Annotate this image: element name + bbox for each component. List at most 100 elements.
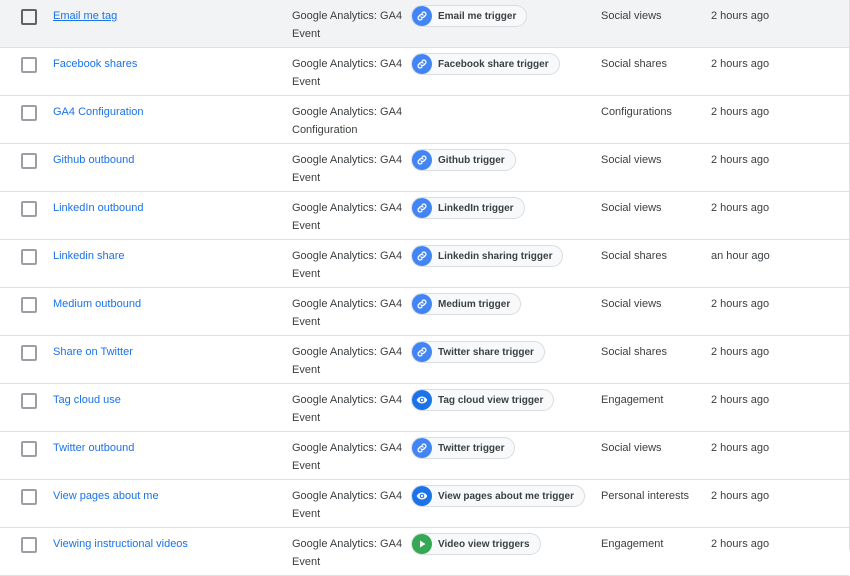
tag-type-subtype: Event bbox=[292, 556, 321, 568]
last-edited-cell: 2 hours ago bbox=[711, 538, 770, 550]
row-checkbox[interactable] bbox=[21, 201, 37, 217]
tag-type: Google Analytics: GA4 bbox=[292, 298, 403, 310]
folder-cell: Engagement bbox=[601, 538, 664, 550]
last-edited-cell: 2 hours ago bbox=[711, 442, 770, 454]
tag-name-link[interactable]: Tag cloud use bbox=[53, 394, 121, 406]
trigger-label: Email me trigger bbox=[438, 10, 517, 22]
firing-trigger-chip[interactable]: Video view triggers bbox=[411, 533, 541, 555]
tag-type: Google Analytics: GA4 bbox=[292, 106, 403, 118]
last-edited-cell: an hour ago bbox=[711, 250, 770, 262]
tag-type-subtype: Event bbox=[292, 28, 321, 40]
tag-type-subtype: Event bbox=[292, 508, 321, 520]
tag-type: Google Analytics: GA4 bbox=[292, 250, 403, 262]
row-checkbox[interactable] bbox=[21, 105, 37, 121]
firing-trigger-chip[interactable]: View pages about me trigger bbox=[411, 485, 585, 507]
link-icon bbox=[412, 294, 432, 314]
table-row[interactable]: Email me tag Google Analytics: GA4 Event Em… bbox=[0, 0, 849, 48]
tag-type-subtype: Event bbox=[292, 76, 321, 88]
eye-icon bbox=[412, 486, 432, 506]
folder-cell: Engagement bbox=[601, 394, 664, 406]
row-checkbox[interactable] bbox=[21, 537, 37, 553]
tag-name-link[interactable]: Medium outbound bbox=[53, 298, 141, 310]
firing-trigger-chip[interactable]: Tag cloud view trigger bbox=[411, 389, 555, 411]
row-checkbox[interactable] bbox=[21, 297, 37, 313]
table-row[interactable]: Twitter outbound Google Analytics: GA4 Eve… bbox=[0, 432, 849, 480]
play-icon bbox=[412, 534, 432, 554]
tag-type-subtype: Event bbox=[292, 172, 321, 184]
row-checkbox[interactable] bbox=[21, 393, 37, 409]
tag-type: Google Analytics: GA4 bbox=[292, 490, 403, 502]
firing-trigger-chip[interactable]: Facebook share trigger bbox=[411, 53, 560, 75]
table-row[interactable]: LinkedIn outbound Google Analytics: GA4 Ev… bbox=[0, 192, 849, 240]
last-edited-cell: 2 hours ago bbox=[711, 490, 770, 502]
tag-name-link[interactable]: View pages about me bbox=[53, 490, 159, 502]
row-checkbox[interactable] bbox=[21, 153, 37, 169]
trigger-label: Video view triggers bbox=[438, 538, 530, 550]
table-row[interactable]: View pages about me Google Analytics: GA4… bbox=[0, 480, 849, 528]
folder-cell: Social views bbox=[601, 442, 662, 454]
tag-type-subtype: Configuration bbox=[292, 124, 358, 136]
table-row[interactable]: Linkedin share Google Analytics: GA4 Event… bbox=[0, 240, 849, 288]
row-checkbox[interactable] bbox=[21, 489, 37, 505]
tag-name-link[interactable]: Share on Twitter bbox=[53, 346, 133, 358]
firing-trigger-chip[interactable]: Email me trigger bbox=[411, 5, 528, 27]
tag-type: Google Analytics: GA4 bbox=[292, 346, 403, 358]
last-edited-cell: 2 hours ago bbox=[711, 154, 770, 166]
link-icon bbox=[412, 438, 432, 458]
row-checkbox[interactable] bbox=[21, 441, 37, 457]
trigger-label: Medium trigger bbox=[438, 298, 511, 310]
firing-trigger-chip[interactable]: Medium trigger bbox=[411, 293, 522, 315]
firing-trigger-chip[interactable]: LinkedIn trigger bbox=[411, 197, 525, 219]
firing-trigger-chip[interactable]: Github trigger bbox=[411, 149, 516, 171]
tag-name-link[interactable]: Github outbound bbox=[53, 154, 134, 166]
tag-name-link[interactable]: Linkedin share bbox=[53, 250, 125, 262]
trigger-label: Github trigger bbox=[438, 154, 505, 166]
table-row[interactable]: Medium outbound Google Analytics: GA4 Even… bbox=[0, 288, 849, 336]
link-icon bbox=[412, 54, 432, 74]
table-row[interactable]: Viewing instructional videos Google Analy… bbox=[0, 528, 849, 576]
tag-name-link[interactable]: Twitter outbound bbox=[53, 442, 134, 454]
folder-cell: Social views bbox=[601, 298, 662, 310]
folder-cell: Personal interests bbox=[601, 490, 690, 502]
folder-cell: Configurations bbox=[601, 106, 672, 118]
tag-type: Google Analytics: GA4 bbox=[292, 10, 403, 22]
tag-type: Google Analytics: GA4 bbox=[292, 442, 403, 454]
tag-type-subtype: Event bbox=[292, 268, 321, 280]
tag-type-subtype: Event bbox=[292, 364, 321, 376]
trigger-label: Facebook share trigger bbox=[438, 58, 549, 70]
tag-name-link[interactable]: Facebook shares bbox=[53, 58, 137, 70]
tag-type-subtype: Event bbox=[292, 220, 321, 232]
firing-trigger-chip[interactable]: Twitter share trigger bbox=[411, 341, 545, 363]
trigger-label: Linkedin sharing trigger bbox=[438, 250, 553, 262]
folder-cell: Social views bbox=[601, 154, 662, 166]
table-row[interactable]: Share on Twitter Google Analytics: GA4 Eve… bbox=[0, 336, 849, 384]
tag-name-link[interactable]: GA4 Configuration bbox=[53, 106, 144, 118]
trigger-label: Twitter trigger bbox=[438, 442, 505, 454]
table-row[interactable]: Github outbound Google Analytics: GA4 Even… bbox=[0, 144, 849, 192]
trigger-label: Twitter share trigger bbox=[438, 346, 534, 358]
last-edited-cell: 2 hours ago bbox=[711, 202, 770, 214]
tag-type: Google Analytics: GA4 bbox=[292, 58, 403, 70]
tag-name-link[interactable]: Email me tag bbox=[53, 10, 117, 22]
folder-cell: Social shares bbox=[601, 250, 668, 262]
tag-name-link[interactable]: Viewing instructional videos bbox=[53, 538, 188, 550]
row-checkbox[interactable] bbox=[21, 249, 37, 265]
folder-cell: Social views bbox=[601, 202, 662, 214]
last-edited-cell: 2 hours ago bbox=[711, 106, 770, 118]
row-checkbox[interactable] bbox=[21, 57, 37, 73]
firing-trigger-chip[interactable]: Linkedin sharing trigger bbox=[411, 245, 564, 267]
trigger-label: Tag cloud view trigger bbox=[438, 394, 544, 406]
folder-cell: Social shares bbox=[601, 58, 668, 70]
tag-name-link[interactable]: LinkedIn outbound bbox=[53, 202, 144, 214]
link-icon bbox=[412, 342, 432, 362]
tag-type-subtype: Event bbox=[292, 316, 321, 328]
firing-trigger-chip[interactable]: Twitter trigger bbox=[411, 437, 516, 459]
trigger-label: LinkedIn trigger bbox=[438, 202, 514, 214]
table-row[interactable]: Facebook shares Google Analytics: GA4 Even… bbox=[0, 48, 849, 96]
row-checkbox[interactable] bbox=[21, 345, 37, 361]
table-row[interactable]: Tag cloud use Google Analytics: GA4 Event T… bbox=[0, 384, 849, 432]
eye-icon bbox=[412, 390, 432, 410]
last-edited-cell: 2 hours ago bbox=[711, 298, 770, 310]
table-row[interactable]: GA4 Configuration Google Analytics: GA4 Co… bbox=[0, 96, 849, 144]
row-checkbox[interactable] bbox=[21, 9, 37, 25]
